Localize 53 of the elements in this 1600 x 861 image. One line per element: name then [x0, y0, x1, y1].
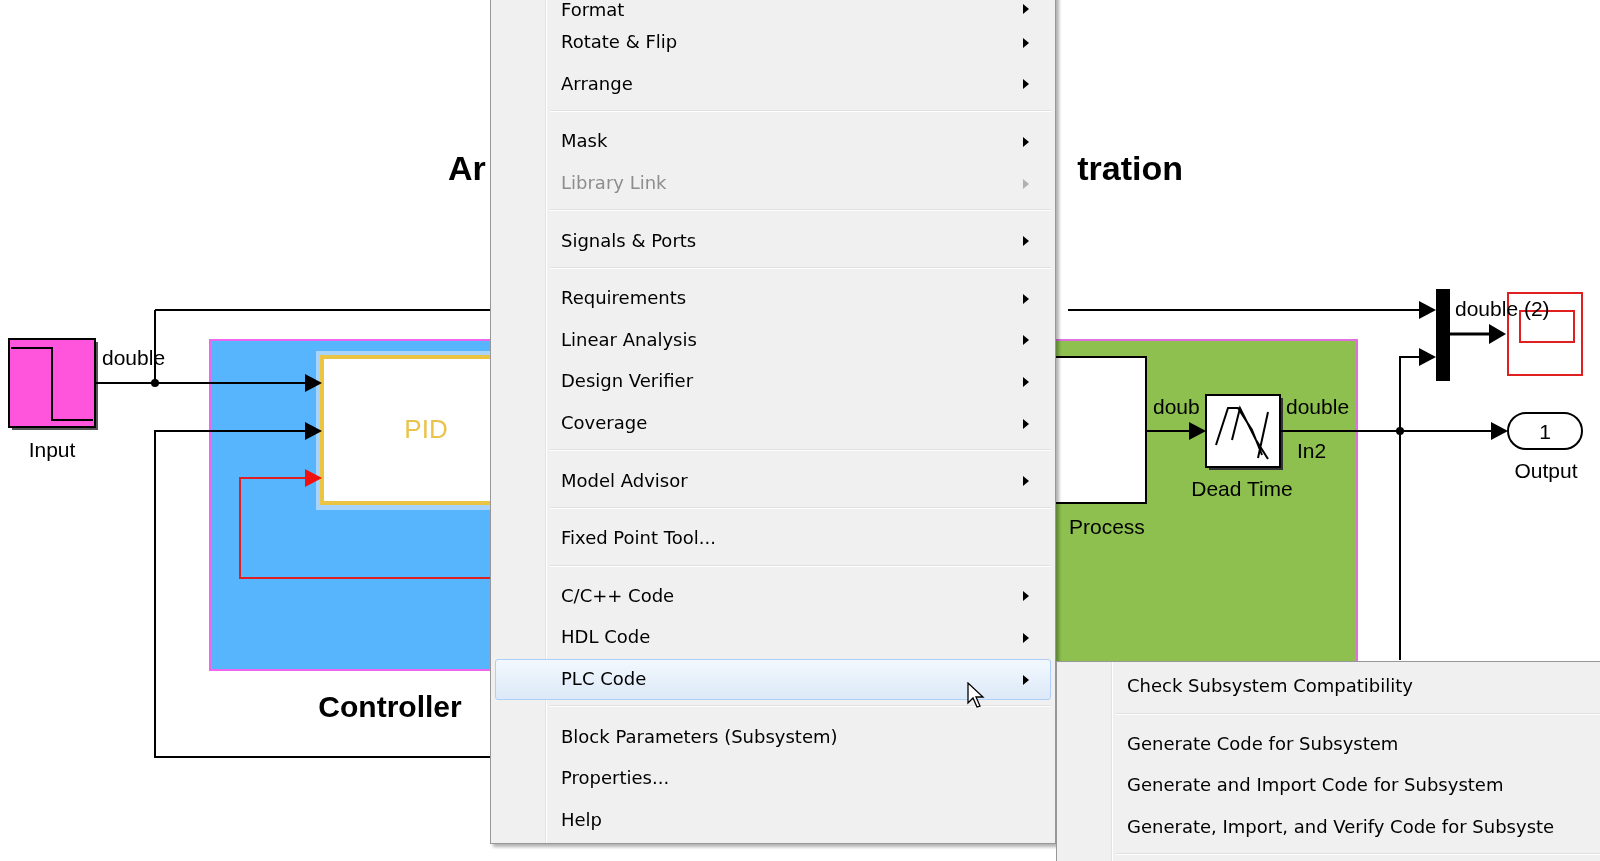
menu-item[interactable]: HDL Code	[494, 616, 1052, 658]
junction-dot	[1396, 427, 1404, 435]
menu-item[interactable]: Fixed Point Tool...	[494, 516, 1052, 575]
signal-label: double	[1286, 395, 1350, 418]
submenu-arrow-icon	[1023, 79, 1029, 90]
submenu-arrow-icon	[1023, 178, 1029, 189]
submenu-arrow-icon	[1023, 335, 1029, 346]
menu-item[interactable]: Arrange	[494, 62, 1052, 121]
menu-item[interactable]: Coverage	[494, 401, 1052, 460]
block-label: Dead Time	[1191, 477, 1293, 500]
menu-item[interactable]: Generate Code for Subsystem	[1060, 722, 1600, 765]
signal-arrow	[1145, 422, 1206, 440]
menu-item[interactable]: Linear Analysis	[494, 318, 1052, 361]
submenu-arrow-icon	[1023, 376, 1029, 387]
menu-item[interactable]: Mask	[494, 120, 1052, 162]
submenu-arrow-icon	[1023, 632, 1029, 643]
submenu-arrow-icon	[1023, 476, 1029, 487]
menu-item[interactable]: Block Parameters (Subsystem)	[494, 715, 1052, 757]
step-block[interactable]	[8, 338, 98, 430]
submenu-arrow-icon	[1023, 236, 1029, 247]
menu-item[interactable]: Model Advisor	[494, 459, 1052, 517]
diagram-title: tration	[1077, 149, 1183, 187]
submenu-arrow-icon	[1023, 293, 1029, 304]
signal-label: doub	[1153, 395, 1200, 418]
submenu-arrow-icon	[1023, 591, 1029, 602]
block-text: PID	[404, 414, 448, 444]
subsystem-label: Controller	[318, 690, 462, 723]
block-label: Output	[1514, 459, 1578, 482]
submenu-arrow-icon	[1023, 37, 1029, 48]
menu-item[interactable]: Generate and Import Code for Subsystem	[1060, 764, 1600, 806]
submenu-arrow-icon	[1023, 4, 1029, 14]
menu-item[interactable]: Rotate & Flip	[494, 21, 1052, 63]
menu-item[interactable]: Requirements	[494, 276, 1052, 319]
menu-item[interactable]: Signals & Ports	[494, 219, 1052, 277]
menu-item[interactable]: PLC Code	[494, 657, 1052, 716]
menu-item[interactable]: Properties...	[494, 756, 1052, 799]
pointer-icon	[967, 682, 985, 708]
port-number: 1	[1539, 420, 1551, 443]
dead-time-block[interactable]	[1205, 394, 1283, 470]
diagram-title: Ar	[448, 149, 486, 187]
menu-item[interactable]: Format	[494, 0, 1052, 21]
signal-arrow	[1450, 324, 1506, 344]
submenu-arrow-icon	[1023, 674, 1029, 685]
submenu-arrow-icon	[1023, 137, 1029, 147]
block-label: Process	[1069, 515, 1145, 538]
junction-dot	[151, 379, 159, 387]
outport-block[interactable]	[1507, 412, 1583, 450]
block-label: Input	[28, 438, 76, 461]
port-label: In2	[1297, 439, 1327, 462]
submenu-arrow-icon	[1023, 418, 1029, 429]
menu-item[interactable]: Help	[494, 798, 1052, 841]
menu-item[interactable]: C/C++ Code	[494, 574, 1052, 617]
menu-item[interactable]: Design Verifier	[494, 360, 1052, 402]
